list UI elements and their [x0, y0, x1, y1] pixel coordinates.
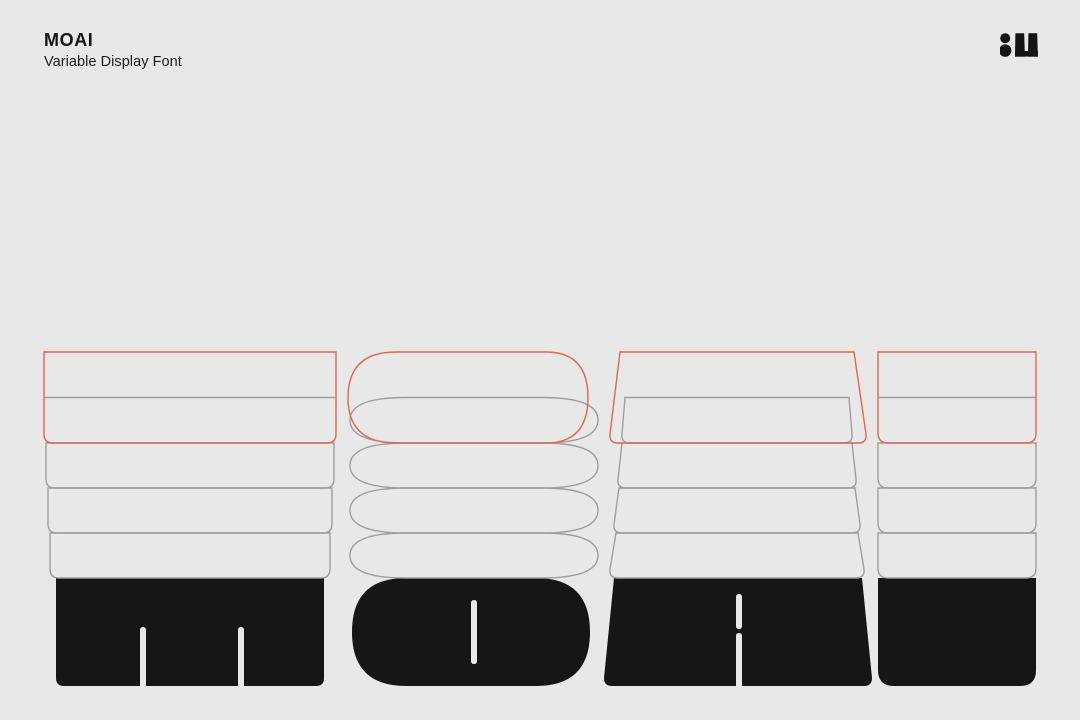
glyph-m-layer-2	[46, 443, 334, 488]
glyph-i-layer-solid	[878, 578, 1036, 686]
glyph-i-layer-4	[878, 533, 1036, 578]
glyph-i-layer-2	[878, 443, 1036, 488]
glyph-m-layer-solid	[56, 578, 324, 686]
specimen-canvas	[0, 0, 1080, 686]
glyph-m	[44, 352, 336, 686]
glyph-a-layer-3	[614, 488, 860, 533]
poster-canvas: MOAI Variable Display Font	[0, 0, 1080, 720]
glyph-a-layer-2	[618, 443, 856, 488]
glyph-m-layer-3	[48, 488, 332, 533]
glyph-a	[604, 352, 872, 686]
glyph-o-layer-solid	[352, 578, 590, 686]
glyph-o-layer-2	[350, 443, 598, 488]
glyph-a-layer-solid	[604, 578, 872, 686]
glyph-i	[878, 352, 1036, 686]
glyph-i-layer-3	[878, 488, 1036, 533]
variable-font-specimen	[0, 0, 1080, 720]
glyph-o	[348, 352, 598, 686]
glyph-a-layer-1-divider	[622, 398, 852, 444]
glyph-o-layer-3	[350, 488, 598, 533]
glyph-o-layer-1-divider	[350, 398, 598, 444]
glyph-m-layer-4	[50, 533, 330, 578]
glyph-o-layer-4	[350, 533, 598, 578]
glyph-a-layer-4	[610, 533, 864, 578]
